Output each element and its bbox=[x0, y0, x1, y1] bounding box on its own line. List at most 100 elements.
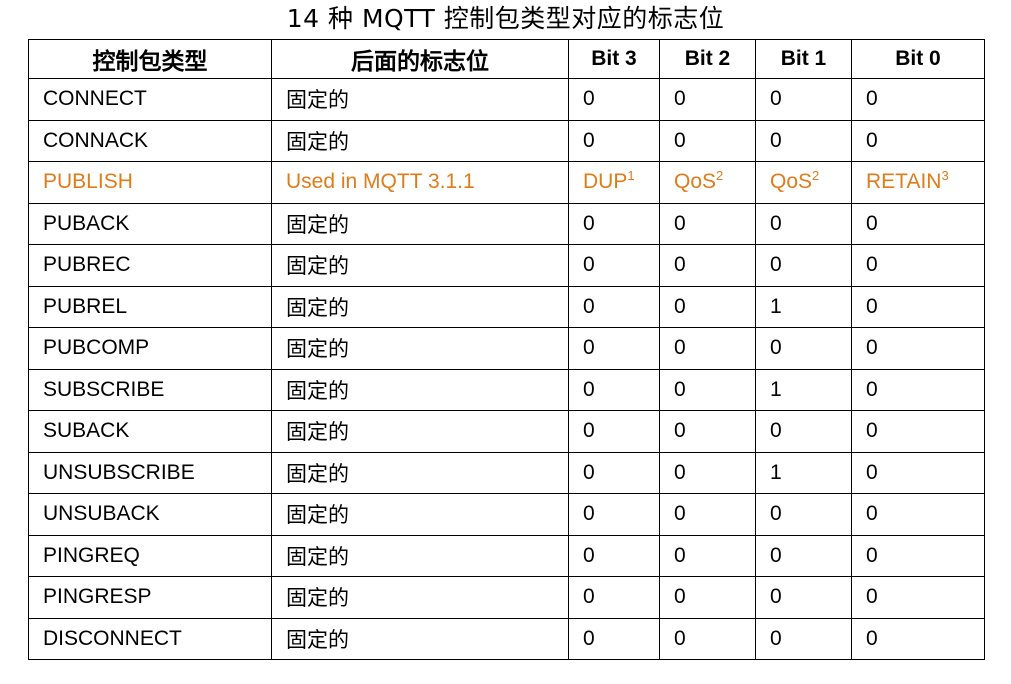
table-row: PINGRESP 固定的 0 0 0 0 bbox=[28, 576, 985, 619]
cell-type-text: CONNACK bbox=[43, 128, 149, 152]
cell-bit0-text: 0 bbox=[866, 543, 878, 567]
cell-bit1: 0 bbox=[755, 202, 852, 245]
table-row: SUBACK 固定的 0 0 0 0 bbox=[28, 410, 985, 453]
cell-bit1: 0 bbox=[755, 493, 852, 536]
cell-type: PUBREL bbox=[28, 285, 272, 328]
header-packet-type: 控制包类型 bbox=[28, 39, 272, 79]
footnote-marker: 1 bbox=[627, 168, 635, 184]
cell-bit1: 0 bbox=[755, 410, 852, 453]
cell-bit1-text: QoS bbox=[770, 170, 813, 194]
cell-bit3: 0 bbox=[568, 244, 660, 287]
cell-type: CONNECT bbox=[28, 78, 272, 121]
cell-flags: 固定的 bbox=[271, 78, 569, 121]
cell-type-text: PUBACK bbox=[43, 211, 130, 235]
table-body: CONNECT 固定的 0 0 0 0 CONNACK 固定的 0 0 0 0 PUBLISH Used … bbox=[28, 78, 985, 660]
cell-type: SUBACK bbox=[28, 410, 272, 453]
header-bit1: Bit 1 bbox=[755, 39, 852, 79]
cell-bit0: RETAIN3 bbox=[851, 161, 985, 204]
cell-flags-text: 固定的 bbox=[286, 544, 349, 569]
cell-bit0: 0 bbox=[851, 119, 985, 162]
cell-bit0: 0 bbox=[851, 451, 985, 494]
cell-bit3: 0 bbox=[568, 327, 660, 370]
mqtt-flags-table: 控制包类型 后面的标志位 Bit 3 Bit 2 Bit 1 Bit 0 CON… bbox=[28, 39, 985, 660]
cell-bit2: 0 bbox=[659, 202, 756, 245]
cell-bit1: 1 bbox=[755, 451, 852, 494]
cell-bit1: 0 bbox=[755, 119, 852, 162]
table-row-highlighted: PUBLISH Used in MQTT 3.1.1 DUP1 QoS2 QoS2 RET… bbox=[28, 161, 985, 204]
cell-bit1: 0 bbox=[755, 576, 852, 619]
cell-bit3-text: 0 bbox=[583, 87, 595, 111]
cell-bit1-text: 0 bbox=[770, 626, 782, 650]
cell-bit0-text: 0 bbox=[866, 626, 878, 650]
table-row: PUBCOMP 固定的 0 0 0 0 bbox=[28, 327, 985, 370]
cell-flags-text: 固定的 bbox=[286, 378, 349, 403]
table-row: CONNECT 固定的 0 0 0 0 bbox=[28, 78, 985, 121]
cell-bit0: 0 bbox=[851, 576, 985, 619]
cell-bit2: 0 bbox=[659, 327, 756, 370]
cell-bit3: 0 bbox=[568, 534, 660, 577]
cell-bit1: 1 bbox=[755, 285, 852, 328]
cell-bit0: 0 bbox=[851, 327, 985, 370]
cell-bit2: QoS2 bbox=[659, 161, 756, 204]
cell-bit2-text: 0 bbox=[674, 626, 686, 650]
cell-bit0: 0 bbox=[851, 244, 985, 287]
cell-flags: 固定的 bbox=[271, 202, 569, 245]
cell-bit3-text: 0 bbox=[583, 502, 595, 526]
cell-type: PUBCOMP bbox=[28, 327, 272, 370]
cell-bit3-text: 0 bbox=[583, 419, 595, 443]
cell-type: PINGRESP bbox=[28, 576, 272, 619]
cell-bit0-text: 0 bbox=[866, 294, 878, 318]
table-row: UNSUBSCRIBE 固定的 0 0 1 0 bbox=[28, 451, 985, 494]
cell-bit0: 0 bbox=[851, 410, 985, 453]
cell-bit3: 0 bbox=[568, 285, 660, 328]
cell-bit2: 0 bbox=[659, 78, 756, 121]
cell-bit2: 0 bbox=[659, 493, 756, 536]
cell-bit3-text: 0 bbox=[583, 253, 595, 277]
cell-bit0-text: 0 bbox=[866, 211, 878, 235]
table-header: 控制包类型 后面的标志位 Bit 3 Bit 2 Bit 1 Bit 0 bbox=[28, 39, 985, 79]
cell-type-text: CONNECT bbox=[43, 87, 147, 111]
table-row: PUBREL 固定的 0 0 1 0 bbox=[28, 285, 985, 328]
cell-bit1-text: 0 bbox=[770, 543, 782, 567]
cell-bit3-text: 0 bbox=[583, 377, 595, 401]
cell-flags-text: 固定的 bbox=[286, 295, 349, 320]
cell-bit1-text: 0 bbox=[770, 128, 782, 152]
cell-bit0-text: 0 bbox=[866, 336, 878, 360]
table-row: PUBREC 固定的 0 0 0 0 bbox=[28, 244, 985, 287]
cell-flags: 固定的 bbox=[271, 327, 569, 370]
cell-flags-text: 固定的 bbox=[286, 420, 349, 445]
header-bit0: Bit 0 bbox=[851, 39, 985, 79]
table-row: DISCONNECT 固定的 0 0 0 0 bbox=[28, 617, 985, 660]
cell-bit2-text: 0 bbox=[674, 294, 686, 318]
cell-type: DISCONNECT bbox=[28, 617, 272, 660]
header-bit2: Bit 2 bbox=[659, 39, 756, 79]
cell-bit0-text: 0 bbox=[866, 253, 878, 277]
cell-bit2-text: 0 bbox=[674, 502, 686, 526]
cell-bit1-text: 0 bbox=[770, 87, 782, 111]
cell-bit3-text: 0 bbox=[583, 336, 595, 360]
cell-type: PUBLISH bbox=[28, 161, 272, 204]
cell-bit1-text: 1 bbox=[770, 294, 782, 318]
cell-flags-text: 固定的 bbox=[286, 88, 349, 113]
cell-type: PUBREC bbox=[28, 244, 272, 287]
cell-flags-text: 固定的 bbox=[286, 212, 349, 237]
cell-bit3-text: 0 bbox=[583, 585, 595, 609]
cell-bit2: 0 bbox=[659, 285, 756, 328]
cell-bit0: 0 bbox=[851, 368, 985, 411]
cell-type: UNSUBACK bbox=[28, 493, 272, 536]
cell-bit1-text: 1 bbox=[770, 460, 782, 484]
cell-bit3: DUP1 bbox=[568, 161, 660, 204]
cell-bit2: 0 bbox=[659, 244, 756, 287]
cell-type-text: PUBCOMP bbox=[43, 336, 150, 360]
cell-bit0: 0 bbox=[851, 617, 985, 660]
cell-bit2-text: QoS bbox=[674, 170, 717, 194]
cell-flags: 固定的 bbox=[271, 617, 569, 660]
cell-bit2-text: 0 bbox=[674, 87, 686, 111]
cell-bit2: 0 bbox=[659, 119, 756, 162]
cell-flags: 固定的 bbox=[271, 368, 569, 411]
cell-bit3: 0 bbox=[568, 451, 660, 494]
cell-flags: 固定的 bbox=[271, 534, 569, 577]
cell-flags: 固定的 bbox=[271, 451, 569, 494]
cell-bit3-text: 0 bbox=[583, 543, 595, 567]
cell-flags: 固定的 bbox=[271, 119, 569, 162]
